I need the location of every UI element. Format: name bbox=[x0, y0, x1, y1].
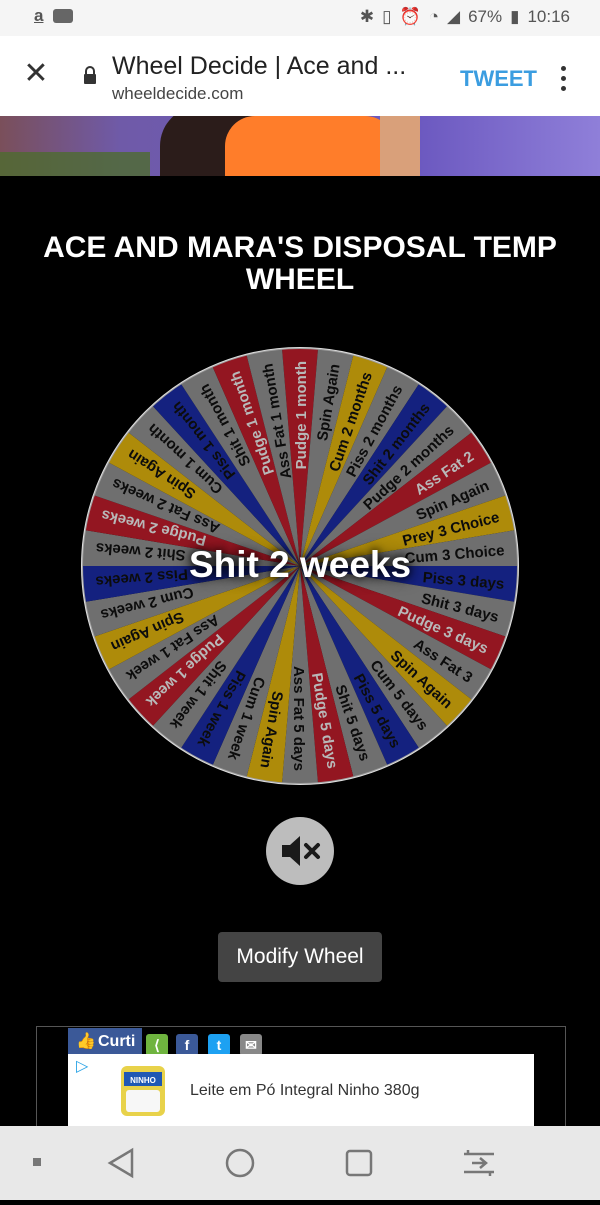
page-url[interactable]: wheeldecide.com bbox=[112, 84, 243, 104]
product-image: NINHO bbox=[121, 1066, 165, 1116]
facebook-icon[interactable]: f bbox=[176, 1034, 198, 1056]
battery-percent: 67% bbox=[468, 7, 503, 26]
like-label: Curti bbox=[98, 1033, 136, 1050]
status-bar: a ✱ ▯ ⏰ ◔ ◢ 67% ▮ 10:16 bbox=[0, 0, 600, 36]
amazon-icon: a bbox=[34, 6, 44, 25]
battery-icon: ▮ bbox=[510, 7, 520, 26]
signal-icon: ◢ bbox=[446, 7, 461, 26]
wifi-icon: ◔ bbox=[428, 7, 439, 26]
mute-button[interactable] bbox=[266, 817, 334, 885]
twitter-icon[interactable]: t bbox=[208, 1034, 230, 1056]
product-brand: NINHO bbox=[130, 1076, 156, 1085]
wheel-result: Shit 2 weeks bbox=[188, 544, 412, 585]
clock: 10:16 bbox=[527, 7, 570, 26]
nav-dot-icon bbox=[33, 1158, 41, 1166]
home-icon[interactable] bbox=[225, 1148, 255, 1178]
youtube-icon bbox=[53, 9, 74, 23]
switch-app-icon[interactable] bbox=[464, 1150, 494, 1176]
wheel-title: ACE AND MARA'S DISPOSAL TEMP WHEEL bbox=[43, 231, 557, 296]
thumbs-up-icon: 👍 bbox=[76, 1033, 96, 1050]
vibrate-icon: ▯ bbox=[382, 7, 392, 26]
close-icon[interactable]: ✕ bbox=[22, 59, 50, 89]
navigation-bar bbox=[0, 1126, 600, 1200]
banner-image bbox=[0, 116, 600, 176]
lock-icon bbox=[84, 66, 96, 84]
mute-icon bbox=[282, 836, 320, 866]
page-title: Wheel Decide | Ace and ... bbox=[112, 52, 407, 80]
adchoices-icon[interactable]: ▷ bbox=[76, 1056, 88, 1076]
bluetooth-icon: ✱ bbox=[359, 7, 375, 26]
alarm-icon: ⏰ bbox=[399, 7, 421, 26]
facebook-like-button[interactable]: 👍 Curti bbox=[68, 1028, 142, 1056]
browser-toolbar: ✕ Wheel Decide | Ace and ... wheeldecide… bbox=[0, 36, 600, 117]
tweet-button[interactable]: TWEET bbox=[460, 66, 537, 92]
share-icon[interactable]: ⟨ bbox=[146, 1034, 168, 1056]
recents-icon[interactable] bbox=[345, 1149, 373, 1177]
modify-wheel-button[interactable]: Modify Wheel bbox=[218, 932, 382, 982]
back-icon[interactable] bbox=[107, 1147, 134, 1179]
ad-text: Leite em Pó Integral Ninho 380g bbox=[190, 1082, 420, 1099]
email-icon[interactable]: ✉ bbox=[240, 1034, 262, 1056]
more-options-icon[interactable] bbox=[558, 63, 568, 93]
